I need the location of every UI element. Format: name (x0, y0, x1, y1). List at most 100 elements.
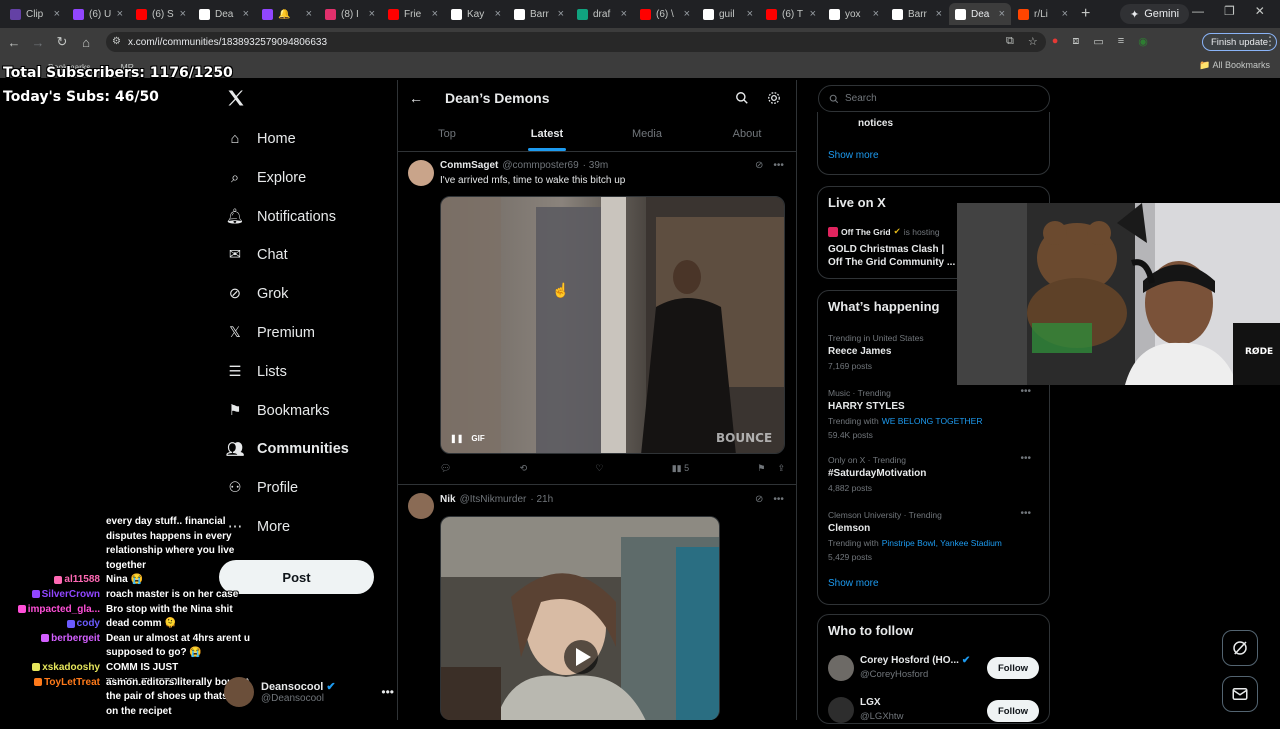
avatar[interactable] (408, 493, 434, 519)
grok-icon[interactable]: ⊘ (755, 160, 763, 171)
account-switcher[interactable]: Deansocool ✔ @Deansocool ••• (224, 672, 394, 712)
all-bookmarks[interactable]: 📁 All Bookmarks (1199, 60, 1270, 71)
close-tab-icon[interactable]: × (369, 8, 375, 20)
browser-tab[interactable]: (6) U × (67, 3, 129, 25)
extension-red-icon[interactable]: ● (1052, 35, 1059, 48)
nav-item-chat[interactable]: ✉ Chat (226, 243, 288, 267)
media-icon[interactable]: ≡ (1118, 35, 1124, 48)
reply-icon[interactable]: 💬︎ (440, 463, 451, 474)
browser-tab[interactable]: Frie × (382, 3, 444, 25)
browser-tab[interactable]: guil × (697, 3, 759, 25)
browser-tab[interactable]: Clip × (4, 3, 66, 25)
play-icon[interactable] (560, 636, 600, 676)
avatar[interactable] (408, 160, 434, 186)
url-bar[interactable]: x.com/i/communities/1838932579094806633 (106, 32, 1046, 52)
close-tab-icon[interactable]: × (495, 8, 501, 20)
browser-tab[interactable]: yox × (823, 3, 885, 25)
search-icon[interactable] (735, 91, 749, 105)
more-dots-icon[interactable]: ••• (773, 160, 784, 171)
close-tab-icon[interactable]: × (180, 8, 186, 20)
nav-item-explore[interactable]: ⌕ Explore (226, 166, 306, 190)
close-tab-icon[interactable]: × (747, 8, 753, 20)
messages-floating-button[interactable] (1222, 676, 1258, 712)
install-icon[interactable]: ⧉ (1006, 35, 1014, 48)
browser-tab[interactable]: (6) \ × (634, 3, 696, 25)
tab-latest[interactable]: Latest (497, 116, 597, 151)
browser-tab[interactable]: Barr × (886, 3, 948, 25)
close-tab-icon[interactable]: × (873, 8, 879, 20)
browser-tab[interactable]: (8) I × (319, 3, 381, 25)
tab-media[interactable]: Media (597, 116, 697, 151)
browser-tab[interactable]: (6) T × (760, 3, 822, 25)
grok-icon[interactable]: ⊘ (755, 494, 763, 505)
more-dots-icon[interactable]: ••• (1020, 508, 1031, 519)
retweet-icon[interactable]: ⟲ (520, 463, 528, 474)
close-window-icon[interactable]: ✕ (1255, 4, 1265, 18)
share-icon[interactable]: ⇪ (777, 463, 785, 474)
browser-tab[interactable]: Dea × (949, 3, 1011, 25)
more-dots-icon[interactable]: ••• (1020, 386, 1031, 397)
pause-icon[interactable]: ❚❚ (450, 434, 463, 443)
x-logo-icon[interactable] (226, 88, 246, 108)
kebab-menu-icon[interactable]: ⋮ (1264, 34, 1276, 48)
close-tab-icon[interactable]: × (54, 8, 60, 20)
trend-item[interactable]: Only on X · Trending #SaturdayMotivation 4… (828, 453, 1041, 493)
sidepanel-icon[interactable]: ▭ (1093, 35, 1103, 48)
home-browser-icon[interactable]: ⌂ (74, 35, 98, 50)
browser-tab[interactable]: Barr × (508, 3, 570, 25)
reload-icon[interactable]: ↻ (50, 34, 74, 50)
nav-item-grok[interactable]: ⊘ Grok (226, 282, 289, 306)
close-tab-icon[interactable]: × (117, 8, 123, 20)
close-tab-icon[interactable]: × (1062, 8, 1068, 20)
nav-item-home[interactable]: ⌂ Home (226, 127, 296, 151)
tab-top[interactable]: Top (397, 116, 497, 151)
close-tab-icon[interactable]: × (243, 8, 249, 20)
back-arrow-icon[interactable]: ← (2, 35, 26, 50)
minimize-icon[interactable]: — (1192, 4, 1204, 18)
gemini-button[interactable]: ✦ Gemini (1120, 4, 1190, 24)
views-icon[interactable]: ▮▮ 5 (672, 463, 689, 474)
tweet-gif[interactable]: BOUNCE (440, 196, 785, 454)
follow-suggestion[interactable]: LGX @LGXhtw Follow (828, 695, 1041, 729)
show-more-link[interactable]: Show more (828, 578, 879, 589)
puzzle-icon[interactable]: ⧈ (1072, 35, 1079, 48)
trend-item[interactable]: Clemson University · Trending Clemson Tren… (828, 508, 1041, 562)
restore-icon[interactable]: ❐ (1224, 4, 1235, 18)
nav-item-premium[interactable]: 𝕏 Premium (226, 321, 315, 345)
search-input[interactable]: Search (818, 85, 1050, 112)
tweet-video[interactable] (440, 516, 720, 720)
more-dots-icon[interactable]: ••• (773, 494, 784, 505)
follow-button[interactable]: Follow (987, 700, 1039, 722)
star-icon[interactable]: ☆ (1028, 35, 1038, 48)
close-tab-icon[interactable]: × (306, 8, 312, 20)
follow-button[interactable]: Follow (987, 657, 1039, 679)
more-dots-icon[interactable]: ••• (381, 685, 394, 699)
nav-item-bookmarks[interactable]: ⚑ Bookmarks (226, 399, 330, 423)
nav-item-notifications[interactable]: 🔔︎ Notifications (226, 205, 336, 229)
browser-tab[interactable]: 🔔 × (256, 3, 318, 25)
tab-about[interactable]: About (697, 116, 797, 151)
close-tab-icon[interactable]: × (999, 8, 1005, 20)
browser-tab[interactable]: draf × (571, 3, 633, 25)
nav-item-profile[interactable]: ⚇ Profile (226, 476, 299, 500)
grok-floating-button[interactable] (1222, 630, 1258, 666)
trend-item[interactable]: Music · Trending HARRY STYLES Trending wit… (828, 386, 1041, 440)
browser-tab[interactable]: Kay × (445, 3, 507, 25)
browser-tab[interactable]: Dea × (193, 3, 255, 25)
live-event-title[interactable]: GOLD Christmas Clash | Off The Grid Comm… (828, 243, 960, 269)
profile-icon[interactable]: ◉ (1138, 35, 1148, 48)
bookmark-icon[interactable]: ⚑ (757, 463, 765, 474)
browser-tab[interactable]: (6) S × (130, 3, 192, 25)
close-tab-icon[interactable]: × (432, 8, 438, 20)
show-more-link[interactable]: Show more (828, 150, 879, 161)
new-tab-icon[interactable]: + (1081, 5, 1090, 23)
browser-tab[interactable]: r/Li × (1012, 3, 1074, 25)
forward-arrow-icon[interactable]: → (26, 35, 50, 50)
live-avatar[interactable] (828, 226, 838, 237)
nav-item-communities[interactable]: 👥︎ Communities (226, 437, 349, 461)
close-tab-icon[interactable]: × (684, 8, 690, 20)
close-tab-icon[interactable]: × (810, 8, 816, 20)
follow-suggestion[interactable]: Corey Hosford (HO... ✔ @CoreyHosford Foll… (828, 653, 1041, 687)
gear-icon[interactable] (767, 91, 781, 105)
back-arrow-icon[interactable]: ← (409, 90, 429, 106)
